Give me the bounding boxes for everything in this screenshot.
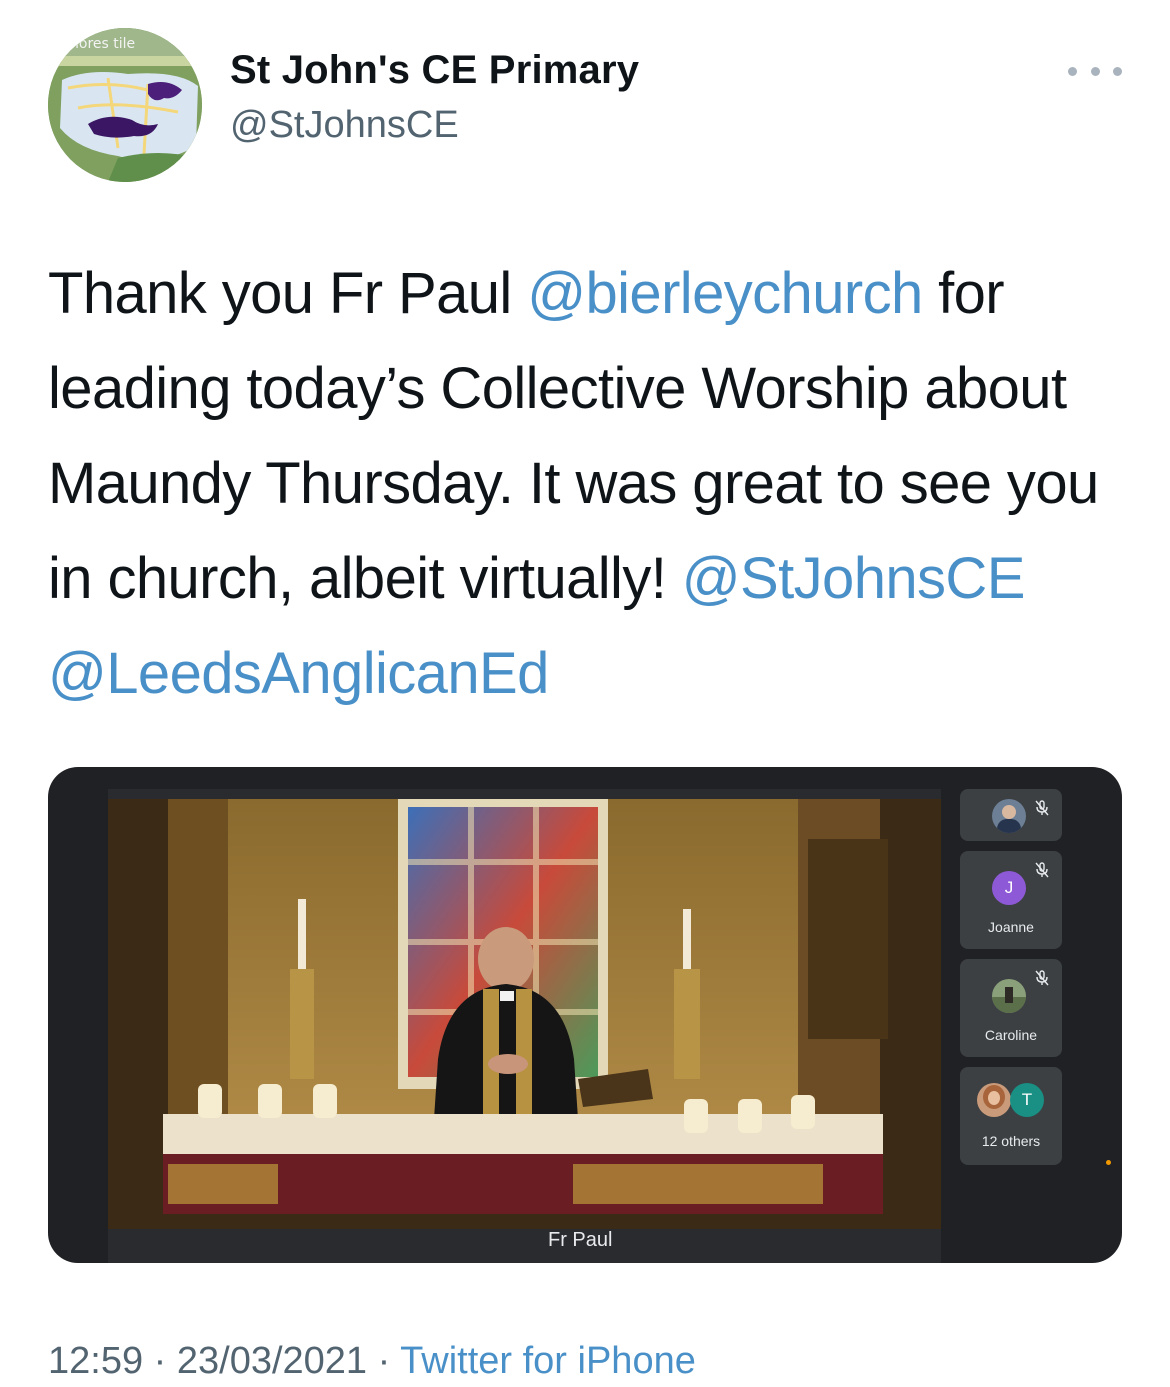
activity-indicator bbox=[1106, 1160, 1111, 1165]
school-logo-image: nores tile bbox=[48, 28, 202, 182]
more-dot bbox=[1113, 66, 1122, 76]
tweet-time[interactable]: 12:59 bbox=[48, 1340, 143, 1382]
tweet-source-link[interactable]: Twitter for iPhone bbox=[400, 1340, 696, 1382]
more-options-icon[interactable] bbox=[1068, 56, 1122, 86]
tweet-media-image[interactable]: Fr Paul J Joanne Caroline T 12 others bbox=[48, 767, 1122, 1263]
mic-off-icon bbox=[1035, 862, 1049, 878]
tweet-meta: 12:59 · 23/03/2021 · Twitter for iPhone bbox=[48, 1340, 696, 1383]
mention-link-bierleychurch[interactable]: @bierleychurch bbox=[527, 261, 923, 326]
display-name[interactable]: St John's CE Primary bbox=[230, 48, 639, 93]
more-dot bbox=[1068, 66, 1077, 76]
participant-tile-caroline[interactable]: Caroline bbox=[960, 959, 1062, 1057]
meta-separator: · bbox=[143, 1340, 177, 1382]
participant-tile[interactable] bbox=[960, 789, 1062, 841]
meta-separator: · bbox=[367, 1340, 401, 1382]
mic-off-icon bbox=[1035, 970, 1049, 986]
mic-off-icon bbox=[1035, 800, 1049, 816]
participant-count-label: 12 others bbox=[981, 1133, 1041, 1149]
participant-name: Caroline bbox=[984, 1027, 1038, 1043]
avatar-lettering: nores tile bbox=[70, 36, 135, 52]
participant-photo-avatar bbox=[992, 799, 1026, 833]
participant-initial-avatar: J bbox=[992, 871, 1026, 905]
participant-photo-avatar bbox=[992, 979, 1026, 1013]
more-dot bbox=[1090, 66, 1100, 76]
speaker-name-label: Fr Paul bbox=[548, 1229, 613, 1251]
participant-tile-others[interactable]: T 12 others bbox=[960, 1067, 1062, 1165]
participant-tile-joanne[interactable]: J Joanne bbox=[960, 851, 1062, 949]
mention-link-leedsanglicaned[interactable]: @LeedsAnglicanEd bbox=[48, 641, 549, 706]
profile-avatar[interactable]: nores tile bbox=[48, 28, 202, 182]
participant-photo-avatar bbox=[977, 1083, 1011, 1117]
tweet-date[interactable]: 23/03/2021 bbox=[177, 1340, 367, 1382]
participant-name: Joanne bbox=[988, 919, 1034, 935]
user-handle[interactable]: @StJohnsCE bbox=[230, 104, 459, 147]
tweet-text: Thank you Fr Paul @bierleychurch for lea… bbox=[48, 246, 1128, 721]
main-video-stage: Fr Paul bbox=[108, 789, 941, 1263]
mention-link-stjohnsce[interactable]: @StJohnsCE bbox=[682, 546, 1026, 611]
tweet-text-segment: Thank you Fr Paul bbox=[48, 261, 528, 326]
church-altar-video bbox=[108, 799, 941, 1229]
participant-initial-avatar: T bbox=[1010, 1083, 1044, 1117]
